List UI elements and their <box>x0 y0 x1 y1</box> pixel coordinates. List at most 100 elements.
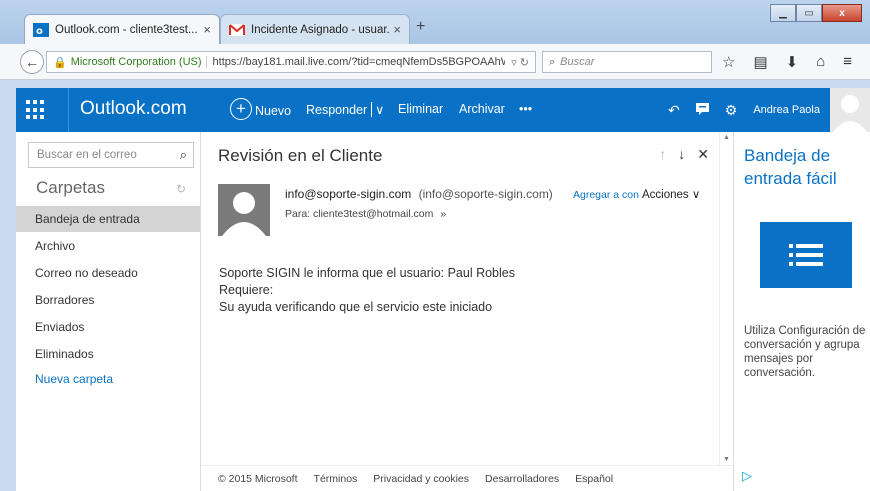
delete-button[interactable]: Eliminar <box>398 102 443 116</box>
more-commands-button[interactable]: ••• <box>519 102 532 116</box>
page-footer: © 2015 Microsoft Términos Privacidad y c… <box>201 465 733 491</box>
outlook-favicon-icon: o <box>33 22 49 38</box>
search-placeholder: Buscar <box>560 56 595 68</box>
body-line: Soporte SIGIN le informa que el usuario:… <box>219 266 515 280</box>
sender-name[interactable]: info@soporte-sigin.com <box>285 187 411 201</box>
browser-navbar: ← 🔒 Microsoft Corporation (US) https://b… <box>0 44 870 80</box>
archive-button[interactable]: Archivar <box>459 102 505 116</box>
close-window-button[interactable]: x <box>822 4 862 22</box>
recipient-line: Para: cliente3test@hotmail.com » <box>285 208 446 220</box>
footer-link-language[interactable]: Español <box>575 473 613 485</box>
copyright-text: © 2015 Microsoft <box>218 472 298 485</box>
plus-icon: + <box>230 98 252 120</box>
brand-title[interactable]: Outlook.com <box>80 98 187 120</box>
browser-titlebar: o Outlook.com - cliente3test... × Incide… <box>0 0 870 44</box>
search-icon: ⌕ <box>549 55 556 68</box>
tab-outlook[interactable]: o Outlook.com - cliente3test... × <box>24 14 220 44</box>
identity-label: Microsoft Corporation (US) <box>71 56 207 68</box>
tab-close-icon[interactable]: × <box>393 22 401 37</box>
avatar[interactable] <box>830 88 870 132</box>
new-tab-button[interactable]: + <box>416 18 425 36</box>
dropdown-reload-icon[interactable]: ▿ ↻ <box>505 56 535 69</box>
refresh-icon[interactable]: ↻ <box>176 182 186 196</box>
chevron-down-icon: ∨ <box>371 102 384 117</box>
window-frame <box>0 80 870 88</box>
gmail-favicon-icon <box>229 22 245 38</box>
folder-pane: Buscar en el correo ⌕ Carpetas ↻ Bandeja… <box>16 132 200 491</box>
svg-text:o: o <box>36 26 43 37</box>
window-frame-left <box>0 80 16 491</box>
app-launcher-icon[interactable] <box>26 100 46 120</box>
reading-scrollbar[interactable]: ▲ ▼ <box>719 132 733 465</box>
folders-heading: Carpetas <box>36 178 105 197</box>
add-contact-link[interactable]: Agregar a con <box>573 189 639 201</box>
sender-avatar <box>218 184 270 236</box>
browser-search-input[interactable]: ⌕ Buscar <box>542 51 712 73</box>
tab-gmail[interactable]: Incidente Asignado - usuar... × <box>220 14 410 44</box>
url-text: https://bay181.mail.live.com/?tid=cmeqNf… <box>212 56 506 68</box>
sender-line: info@soporte-sigin.com (info@soporte-sig… <box>285 187 553 201</box>
reading-list-icon[interactable]: ▤ <box>753 53 767 71</box>
message-subject: Revisión en el Cliente <box>218 146 383 165</box>
actions-label: Acciones <box>642 189 689 201</box>
sidebar-item-sent[interactable]: Enviados <box>16 314 200 340</box>
promo-title[interactable]: Bandeja de entrada fácil <box>744 144 869 190</box>
footer-link-terms[interactable]: Términos <box>314 473 358 485</box>
message-body: Soporte SIGIN le informa que el usuario:… <box>219 265 515 316</box>
new-folder-link[interactable]: Nueva carpeta <box>16 366 200 392</box>
actions-menu[interactable]: Acciones ∨ <box>642 187 700 201</box>
toolbar-icons: ☆ ▤ ⬇ ⌂ ≡ <box>722 53 852 71</box>
adchoices-icon[interactable]: ▷ <box>742 468 752 484</box>
footer-link-developers[interactable]: Desarrolladores <box>485 473 559 485</box>
home-icon[interactable]: ⌂ <box>816 53 825 71</box>
outlook-header: Outlook.com + Nuevo Responder ∨ Eliminar… <box>16 88 870 132</box>
search-icon[interactable]: ⌕ <box>180 147 187 163</box>
close-icon[interactable]: ✕ <box>697 146 709 163</box>
promo-text: Utiliza Configuración de conversación y … <box>744 325 866 379</box>
body-line: Requiere: <box>219 283 274 297</box>
back-arrow-icon[interactable]: ← <box>20 50 44 74</box>
message-nav: ↑ ↓ ✕ <box>659 146 709 163</box>
gear-icon[interactable]: ⚙ <box>725 102 738 119</box>
minimize-button[interactable]: ▁ <box>770 4 796 22</box>
footer-link-privacy[interactable]: Privacidad y cookies <box>373 473 469 485</box>
sidebar-item-archive[interactable]: Archivo <box>16 233 200 259</box>
sidebar-item-deleted[interactable]: Eliminados <box>16 341 200 367</box>
undo-icon[interactable]: ↶ <box>668 102 680 119</box>
next-message-icon[interactable]: ↓ <box>678 146 685 163</box>
search-placeholder: Buscar en el correo <box>37 149 137 161</box>
user-name[interactable]: Andrea Paola <box>753 104 820 116</box>
lock-icon: 🔒 <box>53 56 67 69</box>
download-icon[interactable]: ⬇ <box>786 53 799 71</box>
recipient-text: Para: cliente3test@hotmail.com <box>285 208 434 220</box>
scroll-up-icon[interactable]: ▲ <box>723 134 730 141</box>
tab-label: Incidente Asignado - usuar... <box>251 23 390 36</box>
tab-close-icon[interactable]: × <box>203 22 211 37</box>
sidebar-item-junk[interactable]: Correo no deseado <box>16 260 200 286</box>
star-icon[interactable]: ☆ <box>722 53 735 71</box>
body-line: Su ayuda verificando que el servicio est… <box>219 300 493 314</box>
window-controls: ▁ ▭ x <box>770 4 862 22</box>
sidebar-item-inbox[interactable]: Bandeja de entrada <box>16 206 200 232</box>
promo-pane: Bandeja de entrada fácil Utiliza Configu… <box>733 132 870 491</box>
address-bar[interactable]: 🔒 Microsoft Corporation (US) https://bay… <box>46 51 536 73</box>
reading-pane: Revisión en el Cliente ↑ ↓ ✕ info@soport… <box>201 132 719 465</box>
reply-label: Responder <box>306 102 368 117</box>
scroll-down-icon[interactable]: ▼ <box>723 456 730 463</box>
chevron-down-icon: ∨ <box>691 189 701 201</box>
maximize-button[interactable]: ▭ <box>796 4 822 22</box>
header-right: ↶ ⚙ Andrea Paola <box>668 88 870 132</box>
sender-address: (info@soporte-sigin.com) <box>418 187 553 201</box>
sidebar-item-drafts[interactable]: Borradores <box>16 287 200 313</box>
expand-recipients-icon[interactable]: » <box>440 208 446 220</box>
reply-button[interactable]: Responder ∨ <box>306 102 384 117</box>
new-label: Nuevo <box>255 104 292 118</box>
new-button[interactable]: + Nuevo <box>230 98 292 120</box>
chat-icon[interactable] <box>695 102 709 118</box>
mail-search-input[interactable]: Buscar en el correo ⌕ <box>28 142 194 168</box>
list-icon[interactable] <box>760 222 852 288</box>
tab-label: Outlook.com - cliente3test... <box>55 23 198 36</box>
header-divider <box>68 88 69 132</box>
previous-message-icon[interactable]: ↑ <box>659 146 666 163</box>
menu-icon[interactable]: ≡ <box>843 53 852 71</box>
